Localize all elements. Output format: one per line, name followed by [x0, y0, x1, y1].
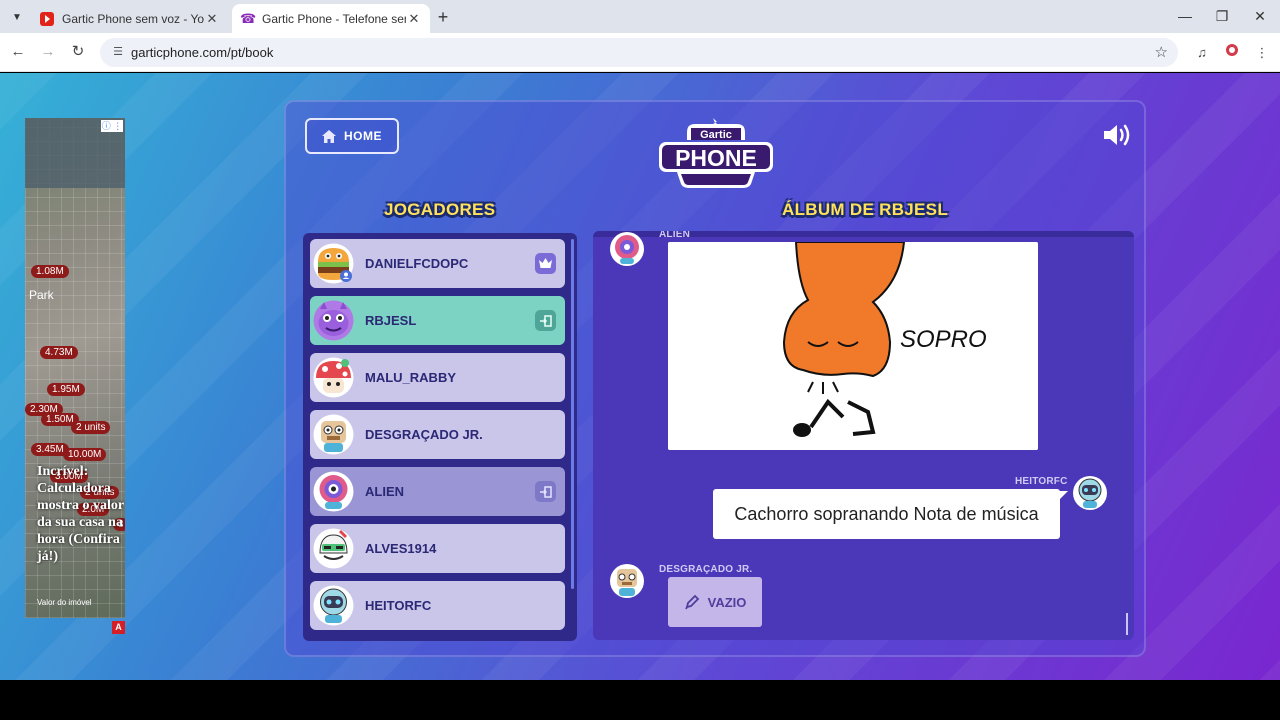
crown-icon — [535, 253, 556, 274]
ad-price-pin: 1.08M — [31, 265, 69, 278]
alien-avatar-icon — [610, 232, 644, 266]
exit-icon — [535, 481, 556, 502]
exit-icon — [535, 310, 556, 331]
player-name: MALU_RABBY — [365, 370, 456, 385]
player-drawing[interactable]: SOPRO — [668, 242, 1038, 450]
address-bar[interactable]: ☰ garticphone.com/pt/book ☆ — [100, 38, 1178, 67]
album-feed[interactable]: ALIEN SOPRO HEITORFC Cachorro sopranando… — [593, 231, 1134, 640]
message-author: HEITORFC — [1015, 476, 1068, 487]
player-item[interactable]: DANIELFCDOPC — [310, 239, 565, 288]
album-title: ÁLBUM DE RBJESL — [782, 200, 949, 219]
ad-info-icon[interactable]: ⓘ ⋮ — [101, 120, 123, 132]
ad-choices-icon[interactable]: A — [112, 621, 125, 634]
sound-icon[interactable] — [1102, 122, 1132, 148]
advertisement[interactable]: ⓘ ⋮ Park 1.08M 4.73M 1.95M 2.30M 1.50M 2… — [25, 118, 125, 618]
player-name: DANIELFCDOPC — [365, 256, 469, 271]
close-tab-icon[interactable]: ✕ — [204, 11, 220, 27]
new-tab-button[interactable]: + — [432, 6, 454, 28]
drawing-text: SOPRO — [900, 326, 987, 353]
tab-title: Gartic Phone - Telefone sem fio — [262, 11, 406, 26]
phone-icon: ☎ — [240, 10, 257, 26]
ad-price-pin: 4.73M — [40, 346, 78, 359]
ad-subline: Valor do imóvel — [37, 598, 92, 607]
astronaut-avatar-icon — [313, 585, 354, 626]
browser-tab-youtube[interactable]: Gartic Phone sem voz - YouTube ✕ — [32, 4, 228, 33]
maximize-icon[interactable]: ❐ — [1207, 4, 1237, 28]
player-item[interactable]: ALIEN — [310, 467, 565, 516]
player-name: RBJESL — [365, 313, 417, 328]
purple-monster-avatar-icon — [313, 300, 354, 341]
alien-avatar-icon — [313, 471, 354, 512]
mushroom-avatar-icon — [313, 357, 354, 398]
logo-bottom-text: PHONE — [675, 145, 757, 171]
site-settings-icon[interactable]: ☰ — [110, 44, 126, 60]
players-list: DANIELFCDOPC RBJESL MALU_RABBY DESGRAÇAD… — [303, 233, 577, 641]
youtube-icon — [40, 11, 54, 26]
empty-entry-label: VAZIO — [707, 594, 747, 610]
burger-avatar-icon — [313, 243, 354, 284]
empty-entry-card: VAZIO — [668, 577, 762, 627]
page-content: ⓘ ⋮ Park 1.08M 4.73M 1.95M 2.30M 1.50M 2… — [0, 73, 1280, 680]
media-control-icon[interactable]: ♫ — [1192, 43, 1212, 63]
player-item[interactable]: RBJESL — [310, 296, 565, 345]
menu-dots-icon[interactable]: ⋮ — [1252, 43, 1272, 63]
player-item[interactable]: ALVES1914 — [310, 524, 565, 573]
player-name: ALIEN — [365, 484, 404, 499]
gartic-phone-logo: Gartic PHONE — [659, 118, 773, 188]
back-icon[interactable]: ← — [7, 41, 29, 63]
profile-avatar[interactable] — [1222, 43, 1242, 63]
home-button[interactable]: HOME — [305, 118, 399, 154]
game-panel: HOME Gartic PHONE JOGADORES ÁLBUM DE RBJ… — [284, 100, 1146, 657]
ad-price-pin: 2 units — [71, 421, 111, 434]
logo-top-text: Gartic — [700, 129, 732, 141]
player-item[interactable]: DESGRAÇADO JR. — [310, 410, 565, 459]
message-author: ALIEN — [659, 231, 690, 240]
sunglasses-avatar-icon — [313, 528, 354, 569]
browser-tabstrip: ▼ Gartic Phone sem voz - YouTube ✕ ☎ Gar… — [0, 0, 1280, 33]
player-item[interactable]: MALU_RABBY — [310, 353, 565, 402]
player-name: DESGRAÇADO JR. — [365, 427, 483, 442]
album-scrollbar[interactable] — [1126, 613, 1128, 635]
ad-price-pin: 1.95M — [47, 383, 85, 396]
player-name: HEITORFC — [365, 598, 432, 613]
ad-headline[interactable]: Incrível: Calculadora mostra o valor da … — [37, 463, 125, 565]
players-title: JOGADORES — [384, 200, 496, 219]
pencil-icon — [684, 594, 699, 610]
url-text: garticphone.com/pt/book — [131, 45, 274, 60]
forward-icon[interactable]: → — [37, 41, 59, 63]
minimize-icon[interactable]: — — [1170, 4, 1200, 28]
guess-text-bubble: Cachorro sopranando Nota de música — [713, 489, 1060, 539]
tab-search-chevron-icon[interactable]: ▼ — [6, 6, 28, 28]
robot-avatar-icon — [313, 414, 354, 455]
tab-title: Gartic Phone sem voz - YouTube — [62, 11, 204, 26]
ad-price-pin: 10.00M — [63, 448, 107, 461]
message-author: DESGRAÇADO JR. — [659, 564, 753, 575]
reload-icon[interactable]: ↻ — [67, 41, 89, 63]
letterbox-bar — [0, 680, 1280, 720]
ad-map-label: Park — [29, 288, 54, 302]
browser-toolbar: ← → ↻ ☰ garticphone.com/pt/book ☆ ♫ ⋮ — [0, 33, 1280, 72]
bookmark-star-icon[interactable]: ☆ — [1155, 43, 1168, 61]
player-item[interactable]: HEITORFC — [310, 581, 565, 630]
close-tab-icon[interactable]: ✕ — [406, 11, 422, 27]
home-button-label: HOME — [344, 129, 382, 143]
players-scrollbar[interactable] — [571, 239, 574, 589]
player-name: ALVES1914 — [365, 541, 437, 556]
home-icon — [322, 129, 336, 143]
robot-avatar-icon — [610, 564, 644, 598]
browser-tab-gartic[interactable]: ☎ Gartic Phone - Telefone sem fio ✕ — [232, 4, 430, 33]
close-window-icon[interactable]: ✕ — [1245, 4, 1275, 28]
astronaut-avatar-icon — [1073, 476, 1107, 510]
